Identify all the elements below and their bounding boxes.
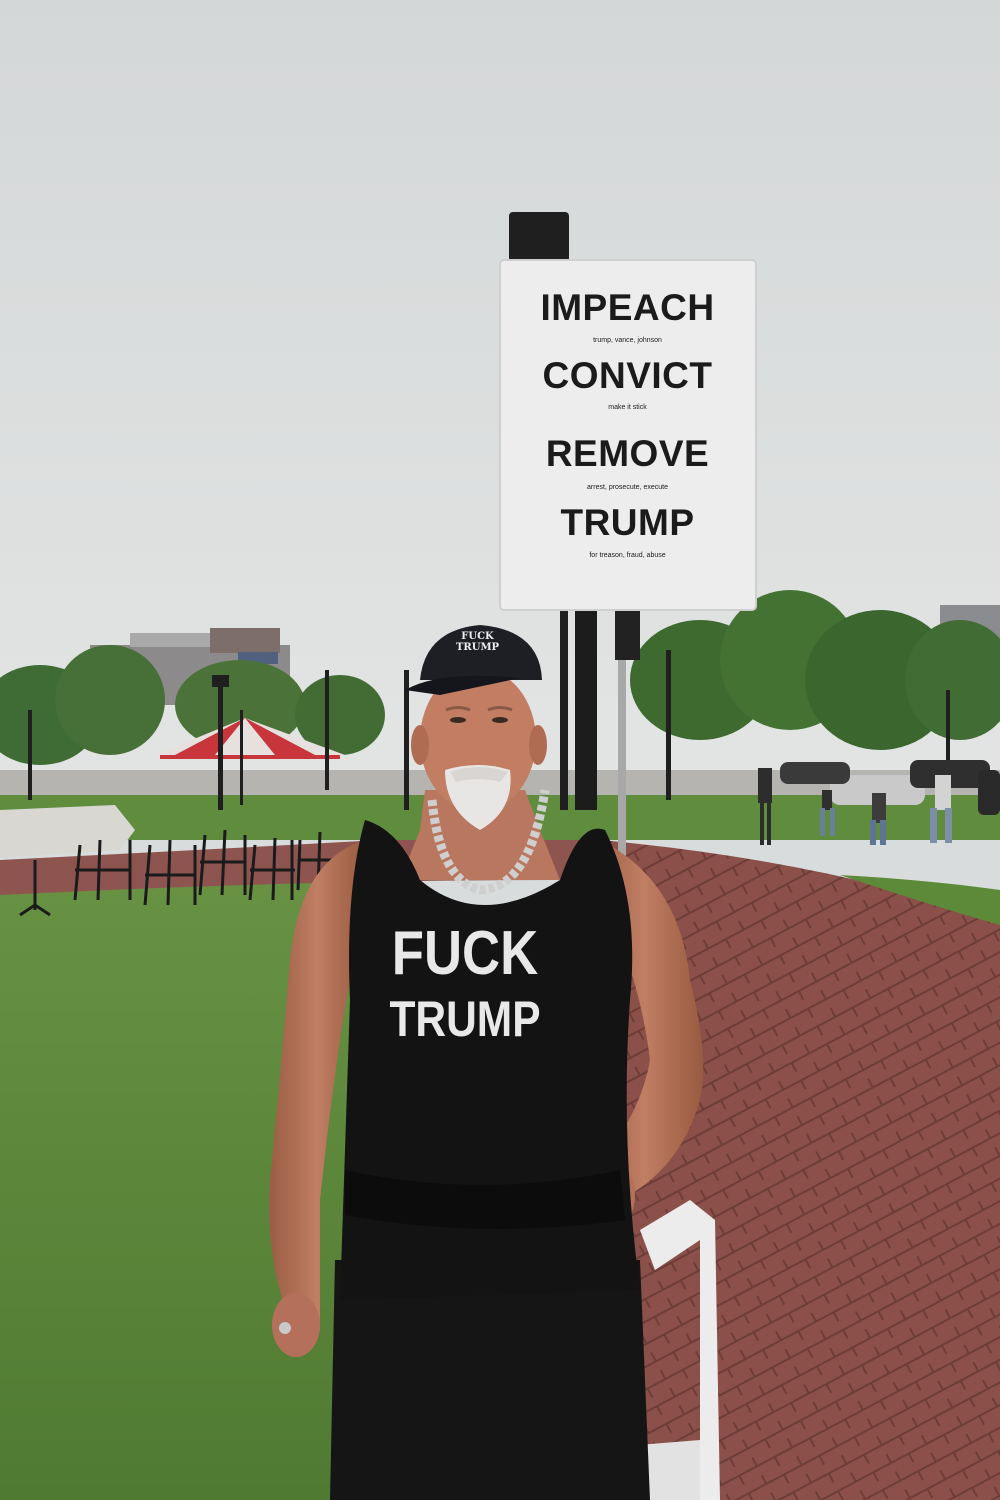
photo-scene: IMPEACH trump, vance, johnson CONVICT ma… [0, 0, 1000, 1500]
sign-line-remove: REMOVE [545, 433, 710, 474]
cap-text-line1: FUCK [461, 631, 494, 642]
scene-illustration [0, 0, 1000, 1500]
sign-sub-remove: arrest, prosecute, execute [587, 484, 668, 491]
shirt-text-line2: TRUMP [389, 991, 541, 1047]
sign-sub-convict: make it stick [608, 404, 647, 411]
sign-line-convict: CONVICT [542, 355, 713, 396]
sign-line-impeach: IMPEACH [540, 287, 715, 328]
cap-text-line2: TRUMP [455, 642, 500, 653]
sign-line-trump: TRUMP [560, 502, 695, 543]
left-hand [272, 1293, 320, 1357]
sign-sub-impeach: trump, vance, johnson [593, 337, 662, 344]
shirt-text-line1: FUCK [391, 919, 539, 988]
sign-sub-trump: for treason, fraud, abuse [589, 552, 666, 559]
